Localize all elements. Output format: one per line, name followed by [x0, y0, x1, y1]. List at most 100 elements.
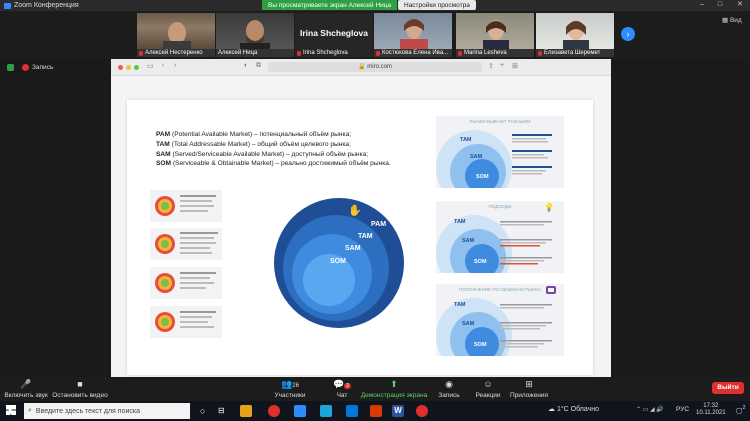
weather-text: 1°C Облачно	[556, 406, 600, 413]
unmute-label: Включить звук	[4, 392, 48, 399]
office-icon[interactable]	[370, 405, 382, 417]
definition-pam: PAM (Potential Available Market) – потен…	[156, 131, 352, 138]
tam-label: TAM	[454, 302, 466, 308]
record-icon	[22, 64, 29, 71]
maximize-button[interactable]: □	[712, 0, 728, 10]
market-circles-diagram: PAM TAM SAM SOM ✋	[274, 198, 404, 328]
taskbar-search[interactable]: ⌕ Введите здесь текст для поиска	[24, 403, 190, 419]
minimize-button[interactable]: –	[694, 0, 710, 10]
sticky-note[interactable]	[150, 190, 222, 222]
recording-label: Запись	[32, 64, 54, 71]
search-placeholder: Введите здесь текст для поиска	[35, 407, 140, 415]
smile-icon: ☺	[483, 379, 493, 389]
apps-label: Приложения	[509, 392, 549, 399]
stop-video-button[interactable]: ■ Остановить видео	[52, 379, 108, 399]
forward-icon[interactable]: ›	[174, 62, 176, 69]
shield-icon[interactable]	[7, 64, 14, 71]
language-indicator[interactable]: РУС	[676, 406, 689, 413]
sticky-note[interactable]	[150, 306, 222, 338]
record-label: Запись	[438, 392, 460, 399]
muted-mic-icon	[139, 50, 143, 56]
sam-label: SAM	[462, 238, 475, 244]
sam-label: SAM	[462, 321, 475, 327]
chat-button[interactable]: 💬 2 Чат	[330, 379, 354, 399]
view-button[interactable]: ▦ Вид	[722, 16, 742, 24]
close-dot-icon[interactable]	[118, 65, 123, 70]
sidebar-icon[interactable]: ▭	[147, 62, 154, 70]
video-label: Остановить видео	[52, 392, 108, 399]
edge-icon[interactable]	[320, 405, 332, 417]
participants-button[interactable]: 👥26 Участники	[270, 379, 310, 399]
tam-label: TAM	[460, 137, 472, 143]
clock[interactable]: 17:32 10.11.2021	[696, 403, 726, 417]
sam-label: SAM	[470, 154, 483, 160]
participant-tile[interactable]: Елизавета Шеремет	[536, 13, 614, 57]
sticky-note[interactable]	[150, 267, 222, 299]
mic-muted-icon: 🎤	[20, 379, 32, 389]
share-screen-button[interactable]: ⬆ Демонстрация экрана	[360, 379, 428, 399]
participant-tile[interactable]: Алексей Нестеренко	[137, 13, 215, 57]
cursor-hand-icon: ✋	[348, 204, 362, 217]
tam-label: TAM	[454, 219, 466, 225]
muted-mic-icon	[458, 50, 462, 56]
yandex-browser-icon[interactable]	[268, 405, 280, 417]
share-icon[interactable]: ⇪	[488, 62, 494, 70]
zoom-logo-icon	[4, 2, 11, 9]
back-icon[interactable]: ‹	[162, 62, 164, 69]
record-button[interactable]: ◉ Запись	[434, 379, 464, 399]
weather-widget[interactable]: ☁ 1°C Облачно	[548, 405, 599, 413]
participant-name: Алексей Ница	[218, 50, 258, 56]
view-label: Вид	[729, 17, 742, 24]
file-explorer-icon[interactable]	[240, 405, 252, 417]
widgets-icon[interactable]: ⊟	[218, 406, 225, 415]
sticky-note[interactable]	[150, 228, 222, 260]
notification-count: 2	[742, 405, 746, 411]
tabs-icon[interactable]: ⧉	[256, 62, 261, 70]
yandex-icon[interactable]	[416, 405, 428, 417]
notifications-icon[interactable]: ▢2	[736, 405, 745, 414]
unmute-button[interactable]: 🎤 Включить звук	[4, 379, 48, 399]
info-card[interactable]: ПОДХОДЫ TAM SAM SOM 💡	[436, 201, 564, 273]
next-page-arrow-icon[interactable]: ›	[621, 27, 635, 41]
tab-overview-icon[interactable]: ⊞	[512, 62, 518, 70]
leave-button[interactable]: Выйти	[712, 382, 744, 394]
view-options-button[interactable]: Настройки просмотра	[398, 0, 476, 10]
store-icon[interactable]	[346, 405, 358, 417]
participants-icon: 👥26	[281, 379, 299, 389]
muted-mic-icon	[538, 50, 542, 56]
definition-tam: TAM (Total Addressable Market) – общий о…	[156, 140, 351, 148]
zoom-dot-icon[interactable]	[134, 65, 139, 70]
zoom-app-icon[interactable]	[294, 405, 306, 417]
participant-video	[456, 13, 534, 50]
minimize-dot-icon[interactable]	[126, 65, 131, 70]
som-label: SOM	[476, 174, 489, 180]
reactions-button[interactable]: ☺ Реакции	[472, 379, 504, 399]
participant-name: Елизавета Шеремет	[544, 50, 601, 56]
task-view-icon[interactable]: ○	[200, 406, 205, 416]
share-screen-icon: ⬆	[390, 379, 398, 389]
pam-label: PAM	[371, 221, 386, 228]
som-label: SOM	[330, 258, 346, 265]
reactions-label: Реакции	[475, 392, 501, 399]
muted-mic-icon	[376, 50, 380, 56]
info-card[interactable]: ПОПОЛНЕНИЕ ПО ОБЪЁМАМ РЫНКА TAM SAM SOM	[436, 284, 564, 356]
word-icon[interactable]: W	[392, 405, 404, 417]
privacy-icon[interactable]: ◐	[244, 62, 248, 69]
market-definitions: PAM (Potential Available Market) – потен…	[156, 130, 426, 169]
lightbulb-icon: 💡	[544, 203, 554, 212]
participant-tile[interactable]: Irina Shcheglova Irina Shcheglova	[295, 13, 373, 57]
participant-tile[interactable]: Костюкова Елена Ива...	[374, 13, 452, 57]
address-bar[interactable]: 🔒 miro.com	[268, 62, 482, 72]
share-label: Демонстрация экрана	[360, 392, 428, 399]
new-tab-icon[interactable]: +	[500, 62, 504, 69]
apps-button[interactable]: ⊞ Приложения	[508, 379, 550, 399]
info-card[interactable]: РЫНКИ БЫВАЮТ РАЗНЫМИ TAM SAM SOM	[436, 116, 564, 188]
som-label: SOM	[474, 259, 487, 265]
close-button[interactable]: ✕	[732, 0, 748, 10]
system-tray-icons[interactable]: ⌃ ▭ ◢ 🔊	[636, 406, 664, 413]
participant-name: Marina Lesheva	[464, 50, 507, 56]
participant-name: Irina Shcheglova	[303, 50, 348, 56]
record-icon: ◉	[445, 379, 453, 389]
participant-tile[interactable]: Алексей Ница	[216, 13, 294, 57]
participant-tile[interactable]: Marina Lesheva	[456, 13, 534, 57]
